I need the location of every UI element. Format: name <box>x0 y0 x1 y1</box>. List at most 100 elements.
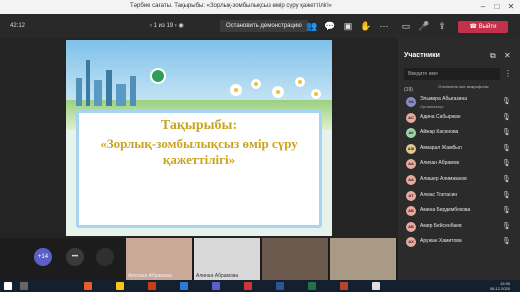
participant-row[interactable]: АС Адина Сабыржан 🎙 <box>398 110 520 126</box>
mic-muted-icon[interactable]: 🎙 <box>502 191 511 199</box>
participant-row[interactable]: АХ Аружан Хамитова 🎙 <box>398 234 520 250</box>
add-participant-icon[interactable]: ⋮ <box>504 69 512 78</box>
people-icon[interactable]: 👥 <box>306 20 318 32</box>
os-taskbar: 15:00 08.12.2020 <box>0 280 520 292</box>
panel-title: Участники <box>404 52 440 59</box>
video-tile[interactable]: Ағилана Абрамова <box>126 238 192 280</box>
taskbar-app-icon[interactable] <box>116 282 124 290</box>
avatar: АК <box>406 128 416 139</box>
minimize-icon[interactable]: – <box>478 2 488 12</box>
more-icon[interactable]: ••• <box>66 248 84 266</box>
pop-out-icon[interactable]: ⧉ <box>490 51 496 61</box>
participant-role: Организатор <box>420 104 444 109</box>
avatar: АА <box>406 174 416 185</box>
eye-icon[interactable]: ◉ <box>178 22 183 29</box>
participant-avatar <box>96 248 114 266</box>
participant-name: Эльмира Абыгазина <box>420 96 467 102</box>
close-icon[interactable]: ✕ <box>506 2 516 12</box>
leave-label: Выйти <box>478 24 497 30</box>
more-options-icon[interactable]: ⋯ <box>378 20 390 32</box>
breakout-rooms-icon[interactable]: ▣ <box>342 20 354 32</box>
start-icon[interactable] <box>4 282 12 290</box>
microphone-icon[interactable]: 🎤 <box>418 20 430 32</box>
system-clock: 15:00 08.12.2020 <box>490 281 510 291</box>
video-strip: +14 ••• Ағилана Абрамова Алинаә Абрамова <box>0 238 398 280</box>
call-timer: 42:12 <box>10 23 26 29</box>
city-skyline-decoration <box>76 60 136 106</box>
taskbar-app-icon[interactable] <box>308 282 316 290</box>
page-indicator: 1 из 19 <box>153 23 174 29</box>
mic-muted-icon[interactable]: 🎙 <box>502 113 511 121</box>
powerpoint-icon[interactable] <box>340 282 348 290</box>
phone-icon: ☎ <box>469 24 479 30</box>
avatar: АС <box>406 112 416 123</box>
participant-row[interactable]: АТ Алмас Токтасин 🎙 <box>398 188 520 204</box>
participant-name: Алмас Токтасин <box>420 191 458 198</box>
taskbar-app-icon[interactable] <box>372 282 380 290</box>
participant-row[interactable]: АБ Амир Бейсенбаев 🎙 <box>398 219 520 235</box>
participant-name: Акмарал Жамбыл <box>420 144 462 151</box>
avatar: АХ <box>406 237 416 248</box>
mic-muted-icon[interactable]: 🎙 <box>502 144 511 152</box>
avatar: АЖ <box>406 143 416 154</box>
mic-muted-icon[interactable]: 🎙 <box>502 206 511 214</box>
participants-panel: Участники ⧉ ✕ Введите имя ⋮ (19) Отключи… <box>398 38 520 280</box>
participant-name: Амина Бердембекова <box>420 207 471 214</box>
search-placeholder: Введите имя <box>408 71 438 77</box>
taskbar-app-icon[interactable] <box>244 282 252 290</box>
taskbar-app-icon[interactable] <box>84 282 92 290</box>
participant-row[interactable]: ЭА Эльмира Абыгазина Организатор 🎙 <box>398 94 520 110</box>
participant-row[interactable]: АА Алихан Абрамов 🎙 <box>398 156 520 172</box>
mute-all-link[interactable]: Отключить все микрофоны <box>438 84 489 89</box>
participant-name: Аружан Хамитова <box>420 238 462 245</box>
avatar: АТ <box>406 190 416 201</box>
maximize-icon[interactable]: □ <box>492 2 502 12</box>
share-screen-icon[interactable]: ⇪ <box>436 20 448 32</box>
more-participants-badge[interactable]: +14 <box>34 248 52 266</box>
mic-muted-icon[interactable]: 🎙 <box>502 159 511 167</box>
mic-muted-icon[interactable]: 🎙 <box>502 175 511 183</box>
participant-row[interactable]: АБ Амина Бердембекова 🎙 <box>398 203 520 219</box>
participant-row[interactable]: АЖ Акмарал Жамбыл 🎙 <box>398 141 520 157</box>
close-panel-icon[interactable]: ✕ <box>504 51 511 60</box>
participant-list: ЭА Эльмира Абыгазина Организатор 🎙 АС Адина С… <box>398 94 520 250</box>
window-title: Тәрбие сағаты. Тақырыбы: «Зорлық-зомбылы… <box>130 3 332 9</box>
participant-search-input[interactable]: Введите имя <box>404 68 500 80</box>
stop-presenting-button[interactable]: Остановить демонстрацию <box>220 20 308 32</box>
participant-name: Амир Бейсенбаев <box>420 222 462 229</box>
taskbar-app-icon[interactable] <box>180 282 188 290</box>
prev-slide-icon[interactable]: ‹ <box>150 23 152 29</box>
leave-button[interactable]: ☎ Выйти <box>458 21 508 33</box>
avatar: АБ <box>406 221 416 232</box>
mic-muted-icon[interactable]: 🎙 <box>502 237 511 245</box>
participant-name: Алихан Абрамов <box>420 160 460 167</box>
shared-content-stage: Тақырыбы: «Зорлық-зомбылықсыз өмір сүру … <box>0 38 398 238</box>
chat-icon[interactable]: 💬 <box>324 20 336 32</box>
video-tile[interactable] <box>262 238 328 280</box>
participant-name: Алишер Алимжанов <box>420 175 467 182</box>
clock-date: 08.12.2020 <box>490 286 511 291</box>
avatar: АА <box>406 159 416 170</box>
video-tile[interactable]: Алинаә Абрамова <box>194 238 260 280</box>
school-logo <box>150 68 166 84</box>
participant-row[interactable]: АК Айжар Касенова 🎙 <box>398 125 520 141</box>
participant-name: Адина Сабыржан <box>420 113 461 120</box>
mic-muted-icon[interactable]: 🎙 <box>502 222 511 230</box>
search-icon[interactable] <box>20 282 28 290</box>
video-tile-name: Ағилана Абрамова <box>128 273 172 279</box>
presentation-slide: Тақырыбы: «Зорлық-зомбылықсыз өмір сүру … <box>66 40 332 236</box>
raise-hand-icon[interactable]: ✋ <box>360 20 372 32</box>
word-icon[interactable] <box>276 282 284 290</box>
slide-title: «Зорлық-зомбылықсыз өмір сүру қажеттіліг… <box>100 136 298 167</box>
next-slide-icon[interactable]: › <box>175 23 177 29</box>
taskbar-app-icon[interactable] <box>148 282 156 290</box>
flowers-decoration <box>230 77 321 99</box>
teams-icon[interactable] <box>212 282 220 290</box>
participant-row[interactable]: АА Алишер Алимжанов 🎙 <box>398 172 520 188</box>
camera-icon[interactable]: ▭ <box>400 20 412 32</box>
slide-pager: ‹ 1 из 19 › ◉ <box>150 22 184 29</box>
mic-muted-icon[interactable]: 🎙 <box>502 97 511 105</box>
participant-count: (19) <box>404 87 413 93</box>
video-tile[interactable] <box>330 238 396 280</box>
mic-muted-icon[interactable]: 🎙 <box>502 128 511 136</box>
